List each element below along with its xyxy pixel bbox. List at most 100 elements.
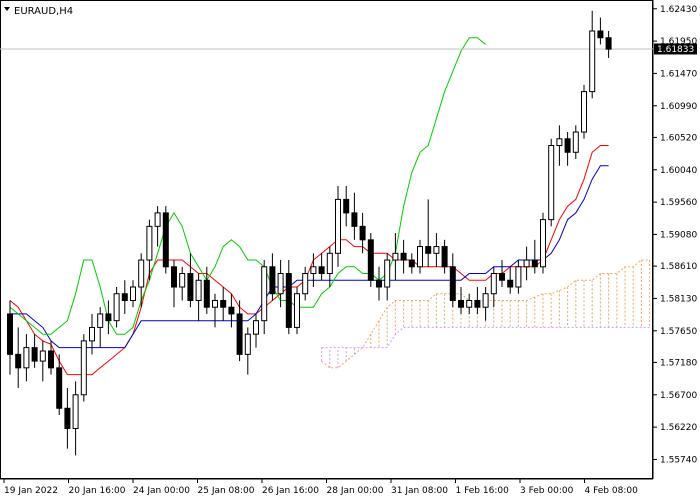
- candle-body-56: [466, 299, 473, 308]
- candle-body-16: [138, 259, 145, 288]
- y-tick-label-14: 1.55740: [660, 455, 697, 465]
- y-tick-label-3: 1.60990: [660, 102, 697, 112]
- current-price-tag: 1.61833: [654, 43, 697, 55]
- y-tick-label-8: 1.58610: [660, 262, 697, 272]
- candle-body-60: [499, 273, 505, 281]
- candle-body-67: [556, 138, 563, 147]
- candle-body-19: [162, 212, 169, 268]
- candle-body-35: [294, 293, 300, 328]
- candle-body-7: [64, 407, 71, 429]
- candle-body-46: [384, 259, 391, 288]
- x-tick-label-4: 26 Jan 16:00: [262, 486, 319, 496]
- candle-65: [540, 212, 546, 274]
- candle-body-4: [39, 350, 46, 362]
- candle-body-62: [515, 266, 522, 288]
- x-tick-label-0: 19 Jan 2022: [4, 486, 58, 496]
- candle-body-0: [7, 313, 13, 355]
- candle-body-51: [425, 246, 432, 254]
- candle-9: [80, 334, 87, 402]
- candle-body-17: [146, 225, 153, 261]
- candle-body-64: [531, 259, 538, 268]
- candle-body-63: [523, 259, 530, 268]
- candle-body-1: [15, 353, 22, 369]
- candle-body-61: [507, 279, 514, 288]
- candlestick-chart: 1.624301.619501.614701.609901.605201.600…: [0, 0, 700, 500]
- candle-body-54: [449, 266, 456, 301]
- candle-35: [294, 286, 300, 335]
- candle-body-18: [154, 212, 161, 227]
- candle-body-69: [572, 131, 579, 153]
- candle-body-40: [335, 198, 341, 254]
- candle-body-13: [113, 293, 120, 322]
- candle-body-14: [121, 293, 128, 301]
- y-tick-label-6: 1.59560: [660, 198, 697, 208]
- candle-70: [581, 84, 587, 139]
- y-tick-label-13: 1.56220: [660, 423, 697, 433]
- candle-body-57: [474, 299, 481, 308]
- x-tick-label-6: 31 Jan 08:00: [391, 486, 448, 496]
- candle-body-26: [220, 299, 227, 308]
- x-tick-label-2: 24 Jan 00:00: [133, 486, 190, 496]
- x-tick-label-1: 20 Jan 16:00: [69, 486, 126, 496]
- candle-body-2: [23, 347, 30, 369]
- candle-body-45: [376, 279, 382, 288]
- candle-body-49: [408, 259, 415, 268]
- candle-body-27: [228, 306, 235, 315]
- y-tick-label-7: 1.59080: [660, 230, 697, 240]
- y-tick-label-11: 1.57180: [660, 358, 697, 368]
- candle-body-24: [203, 279, 210, 308]
- candle-body-44: [367, 239, 374, 281]
- candle-44: [367, 233, 374, 287]
- candle-body-70: [581, 91, 587, 133]
- candle-body-11: [97, 313, 104, 328]
- candle-body-53: [441, 246, 448, 268]
- candle-body-33: [277, 273, 284, 295]
- candle-body-9: [80, 340, 87, 396]
- candle-body-66: [548, 145, 555, 221]
- candle-body-30: [253, 320, 259, 335]
- price-axis: 1.624301.619501.614701.609901.605201.600…: [653, 5, 697, 465]
- candle-body-31: [261, 266, 268, 322]
- symbol-header: EURAUD,H4: [4, 6, 73, 17]
- candle-body-25: [212, 299, 218, 308]
- candle-body-43: [359, 225, 366, 241]
- candle-body-42: [351, 212, 358, 227]
- candle-body-8: [72, 394, 79, 429]
- candle-body-12: [105, 313, 112, 322]
- y-tick-label-0: 1.62430: [660, 5, 697, 15]
- candle-body-22: [187, 273, 194, 301]
- y-tick-label-4: 1.60520: [660, 133, 697, 143]
- x-tick-label-3: 25 Jan 08:00: [198, 486, 255, 496]
- candle-19: [162, 206, 169, 274]
- candle-body-3: [31, 347, 38, 362]
- candle-body-20: [171, 266, 177, 288]
- candle-body-73: [605, 37, 612, 50]
- candle-body-55: [458, 299, 464, 308]
- y-tick-label-9: 1.58130: [660, 294, 697, 304]
- candle-body-21: [179, 273, 186, 288]
- candle-body-38: [318, 266, 325, 275]
- y-tick-label-10: 1.57650: [660, 327, 697, 337]
- candle-body-32: [269, 266, 276, 295]
- candle-body-37: [310, 266, 317, 275]
- candle-body-39: [326, 252, 333, 275]
- candle-body-5: [48, 350, 54, 369]
- current-price-value: 1.61833: [657, 45, 694, 55]
- candle-body-52: [433, 246, 440, 254]
- y-tick-label-2: 1.61470: [660, 69, 697, 79]
- candle-body-48: [400, 252, 407, 261]
- candle-body-68: [564, 138, 571, 153]
- x-tick-label-5: 28 Jan 00:00: [327, 486, 384, 496]
- x-tick-label-7: 1 Feb 16:00: [456, 486, 510, 496]
- candle-body-47: [392, 252, 399, 261]
- candle-body-23: [195, 279, 202, 301]
- candle-body-41: [343, 198, 350, 214]
- candle-body-10: [89, 326, 95, 342]
- candle-body-65: [540, 219, 546, 268]
- y-tick-label-12: 1.56700: [660, 391, 697, 401]
- x-tick-label-9: 4 Feb 08:00: [585, 486, 639, 496]
- candle-body-72: [597, 30, 604, 39]
- chart-title: EURAUD,H4: [14, 6, 73, 17]
- candle-body-34: [285, 273, 292, 328]
- candle-body-28: [236, 313, 243, 355]
